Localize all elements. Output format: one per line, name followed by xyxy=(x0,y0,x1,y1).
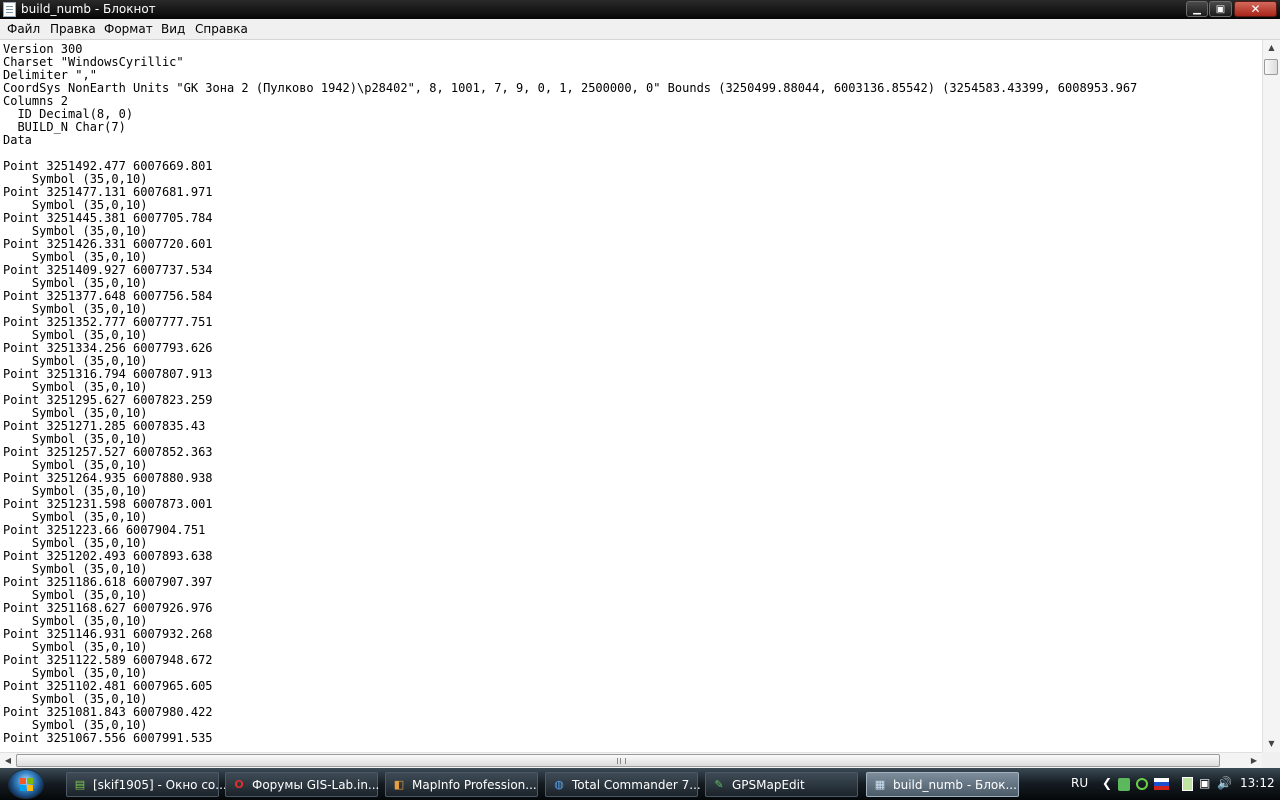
title-bar[interactable]: build_numb - Блокнот ▁ ▣ ✕ xyxy=(0,0,1280,19)
clock[interactable]: 13:12 xyxy=(1240,776,1275,790)
taskbar-item-label: build_numb - Блок... xyxy=(893,778,1017,792)
russian-flag-icon[interactable] xyxy=(1154,778,1169,790)
tray-status-icon[interactable] xyxy=(1136,778,1148,790)
opera-browser-icon: O xyxy=(234,778,244,791)
start-button[interactable] xyxy=(8,769,44,799)
taskbar-item-chat[interactable]: ▤ [skif1905] - Окно со... xyxy=(66,772,227,797)
tray-document-icon[interactable] xyxy=(1182,777,1193,791)
menu-format[interactable]: Формат xyxy=(104,22,153,36)
taskbar-item-label: Total Commander 7... xyxy=(572,778,701,792)
vertical-scrollbar[interactable]: ▲ ▼ xyxy=(1262,40,1280,752)
taskbar-item-label: [skif1905] - Окно со... xyxy=(93,778,227,792)
windows-logo-icon xyxy=(20,778,33,791)
language-indicator[interactable]: RU xyxy=(1071,776,1088,790)
editor-content[interactable]: Version 300 Charset "WindowsCyrillic" De… xyxy=(0,40,1262,745)
network-icon[interactable]: ▣ xyxy=(1199,776,1210,790)
minimize-button[interactable]: ▁ xyxy=(1186,1,1208,17)
notepad-icon: ▦ xyxy=(874,778,886,791)
notepad-icon xyxy=(3,2,16,17)
gpsmapedit-icon: ✎ xyxy=(714,778,724,791)
scrollbar-corner xyxy=(1262,752,1280,768)
scroll-right-arrow-icon[interactable]: ▶ xyxy=(1246,753,1262,768)
taskbar-item-browser[interactable]: O Форумы GIS-Lab.in... xyxy=(225,772,380,797)
show-hidden-icons-chevron-icon[interactable]: ❮ xyxy=(1102,776,1112,790)
menu-help[interactable]: Справка xyxy=(195,22,248,36)
horizontal-scroll-thumb[interactable] xyxy=(16,754,1220,767)
horizontal-scrollbar[interactable]: ◀ ▶ xyxy=(0,752,1262,768)
chat-window-icon: ▤ xyxy=(74,778,86,791)
scroll-up-arrow-icon[interactable]: ▲ xyxy=(1263,40,1280,56)
scroll-left-arrow-icon[interactable]: ◀ xyxy=(0,753,16,768)
taskbar-item-label: GPSMapEdit xyxy=(732,778,805,792)
menu-edit[interactable]: Правка xyxy=(50,22,96,36)
menu-bar: Файл Правка Формат Вид Справка xyxy=(0,19,1280,40)
close-button[interactable]: ✕ xyxy=(1234,1,1277,17)
volume-icon[interactable]: 🔊 xyxy=(1217,776,1232,790)
taskbar-item-label: MapInfo Profession... xyxy=(412,778,537,792)
taskbar-item-label: Форумы GIS-Lab.in... xyxy=(252,778,380,792)
taskbar-item-mapinfo[interactable]: ◧ MapInfo Profession... xyxy=(385,772,538,797)
window-title: build_numb - Блокнот xyxy=(21,2,156,16)
scroll-down-arrow-icon[interactable]: ▼ xyxy=(1263,736,1280,752)
tray-app-icon[interactable] xyxy=(1118,778,1130,791)
taskbar-item-total-commander[interactable]: ◍ Total Commander 7... xyxy=(545,772,701,797)
menu-view[interactable]: Вид xyxy=(161,22,185,36)
scroll-grip-icon xyxy=(617,758,626,764)
text-editor[interactable]: Version 300 Charset "WindowsCyrillic" De… xyxy=(0,40,1262,752)
maximize-button[interactable]: ▣ xyxy=(1209,1,1232,17)
taskbar-item-gpsmapedit[interactable]: ✎ GPSMapEdit xyxy=(705,772,858,797)
vertical-scroll-thumb[interactable] xyxy=(1264,59,1278,75)
total-commander-icon: ◍ xyxy=(554,778,564,791)
taskbar-item-notepad[interactable]: ▦ build_numb - Блок... xyxy=(866,772,1019,797)
menu-file[interactable]: Файл xyxy=(7,22,40,36)
mapinfo-icon: ◧ xyxy=(393,778,405,791)
